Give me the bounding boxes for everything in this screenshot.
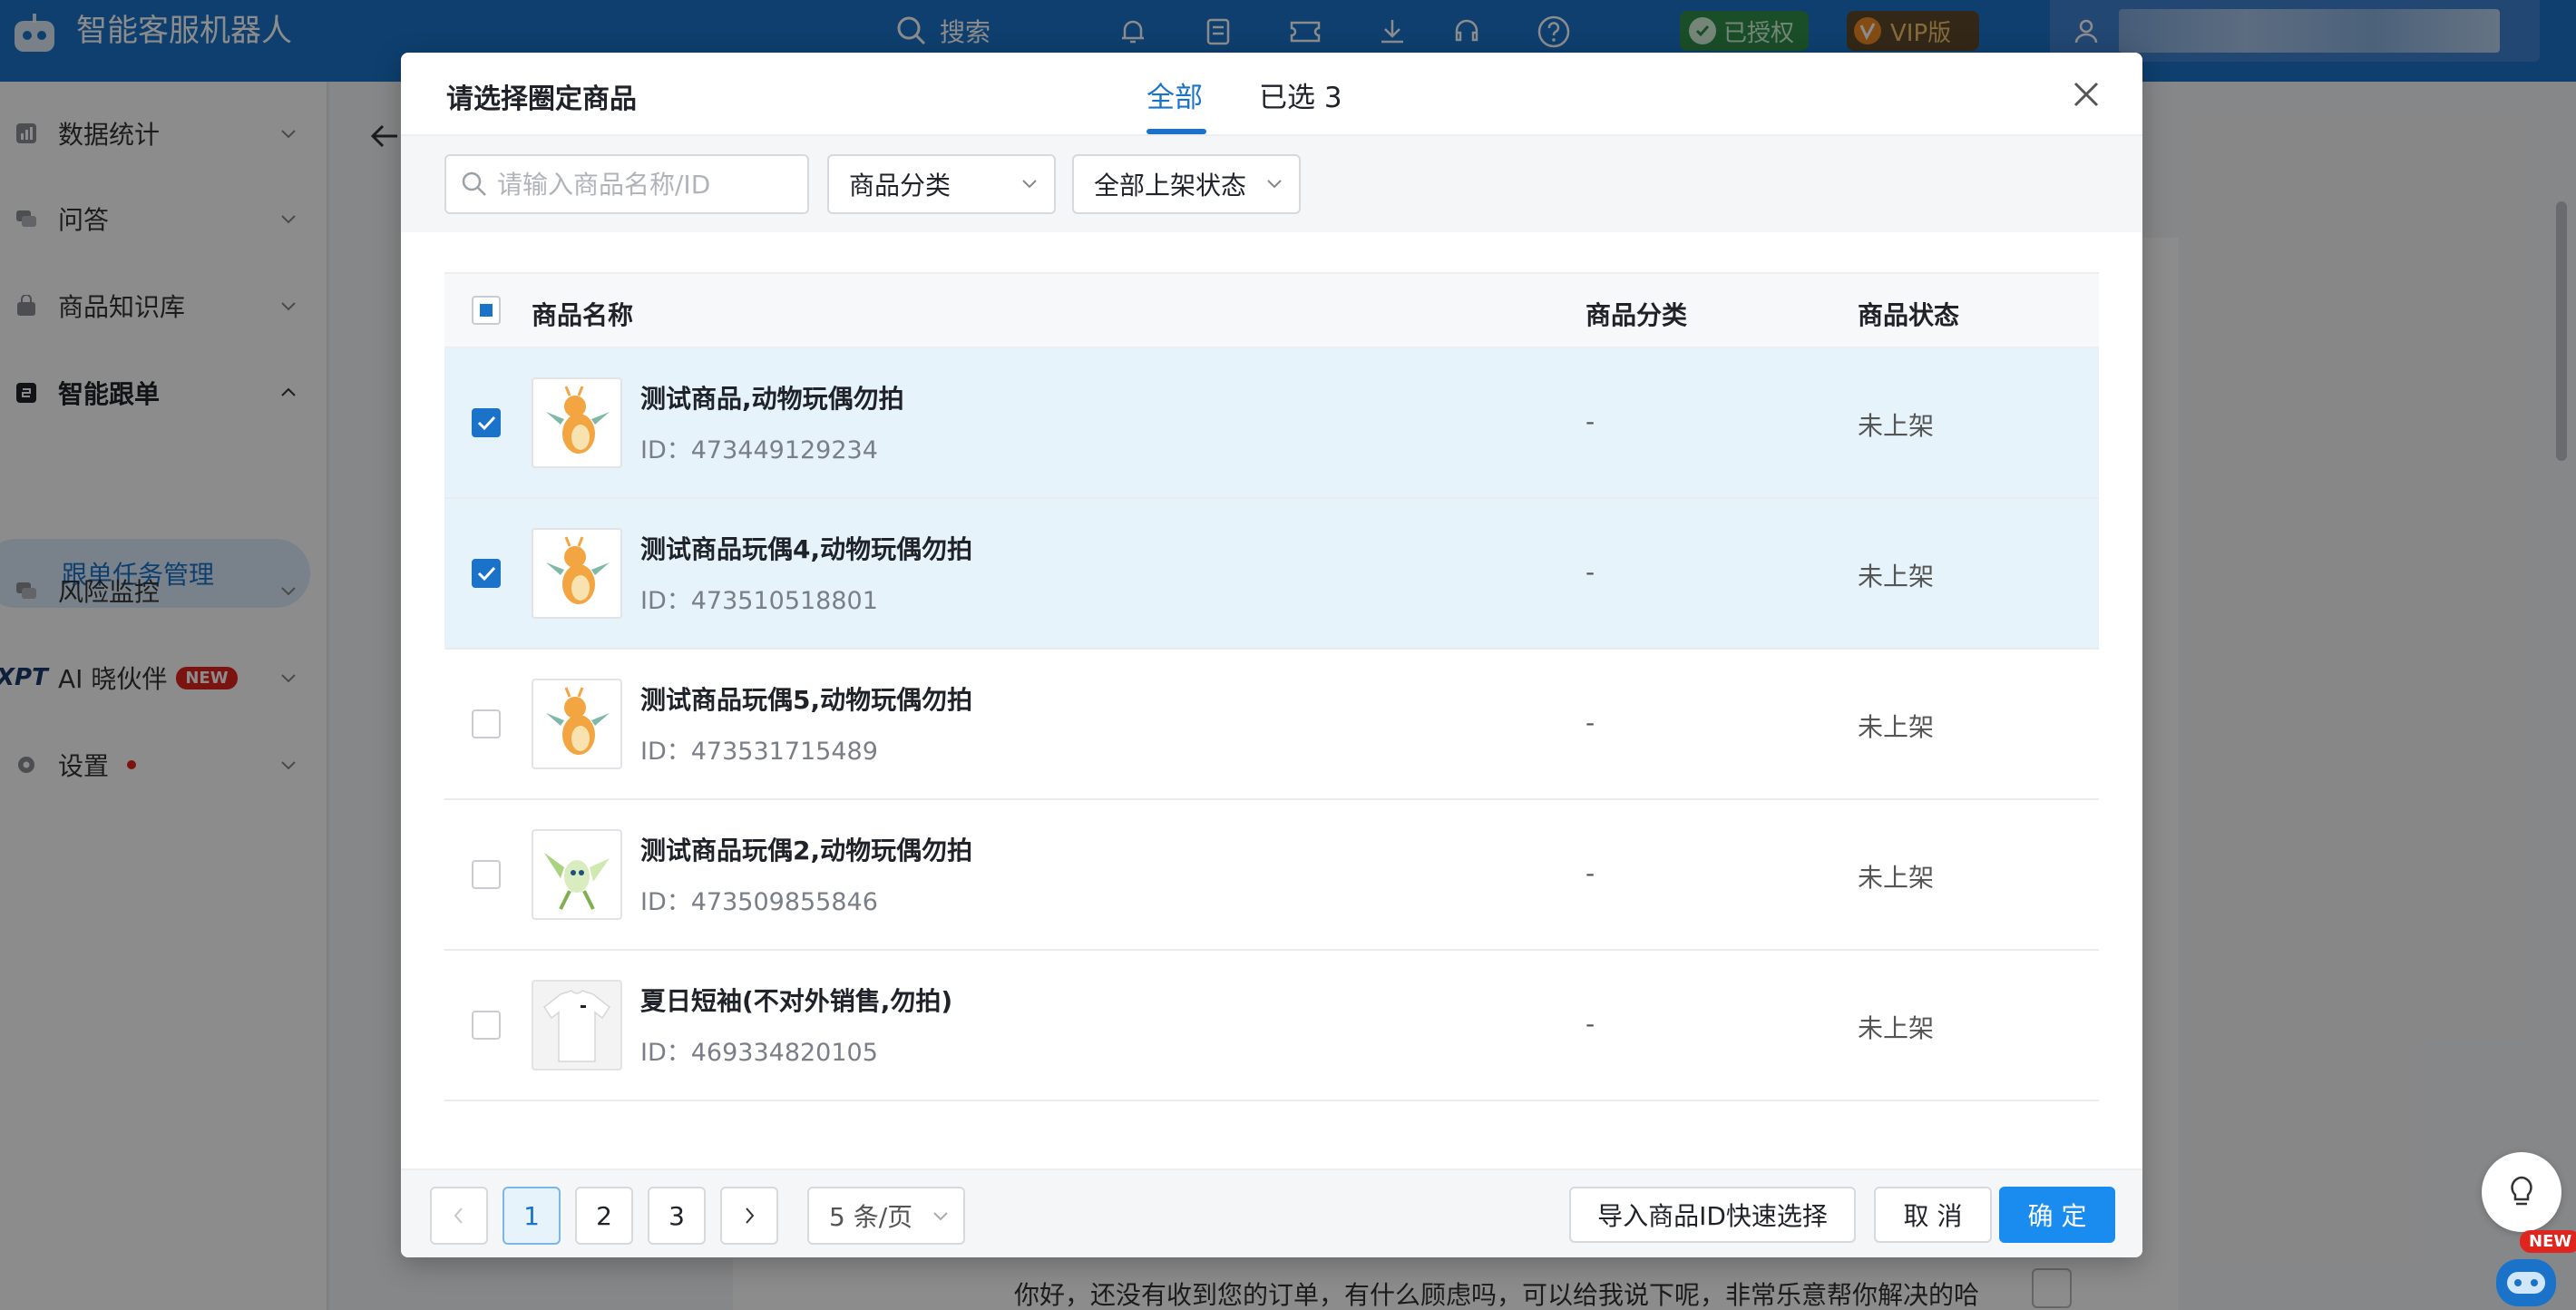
tshirt-image xyxy=(542,990,611,1062)
chevron-down-icon xyxy=(1267,180,1282,189)
tab-selected[interactable]: 已选 3 xyxy=(1259,74,1342,115)
product-status: 未上架 xyxy=(1858,712,1935,742)
row-checkbox[interactable] xyxy=(472,408,501,437)
modal-title: 请选择圈定商品 xyxy=(446,83,637,115)
table-header: 商品名称 商品分类 商品状态 xyxy=(444,272,2099,348)
product-name: 测试商品玩偶5,动物玩偶勿拍 xyxy=(640,685,973,715)
table-row[interactable]: 测试商品,动物玩偶勿拍 ID：473449129234 - 未上架 xyxy=(444,348,2099,499)
product-name: 测试商品,动物玩偶勿拍 xyxy=(640,384,904,414)
modal-header: 请选择圈定商品 全部 已选 3 xyxy=(401,53,2142,136)
product-thumbnail xyxy=(532,377,622,468)
dragon-toy-image xyxy=(546,536,610,604)
table-row[interactable]: 测试商品玩偶4,动物玩偶勿拍 ID：473510518801 - 未上架 xyxy=(444,499,2099,650)
product-id: ID：469334820105 xyxy=(640,1039,878,1067)
chevron-left-icon xyxy=(454,1207,463,1224)
table-row[interactable]: 测试商品玩偶2,动物玩偶勿拍 ID：473509855846 - 未上架 xyxy=(444,800,2099,951)
product-name: 测试商品玩偶4,动物玩偶勿拍 xyxy=(640,534,973,564)
cancel-button[interactable]: 取 消 xyxy=(1874,1187,1992,1243)
dragon-toy-image xyxy=(546,386,610,454)
fairy-toy-image xyxy=(544,853,610,910)
product-thumbnail xyxy=(532,980,622,1070)
tab-all[interactable]: 全部 xyxy=(1147,74,1203,115)
row-checkbox[interactable] xyxy=(472,559,501,588)
confirm-button[interactable]: 确 定 xyxy=(1999,1187,2115,1243)
chatbot-icon[interactable] xyxy=(2491,1243,2563,1310)
product-category: - xyxy=(1586,708,1595,738)
tab-active-indicator xyxy=(1147,129,1206,134)
product-name: 测试商品玩偶2,动物玩偶勿拍 xyxy=(640,836,973,865)
close-icon[interactable] xyxy=(2070,78,2103,111)
modal-footer: 1 2 3 5 条/页 导入商品ID快速选择 取 消 确 定 xyxy=(401,1168,2142,1257)
page-size-value: 5 条/页 xyxy=(829,1202,913,1232)
page-button-2[interactable]: 2 xyxy=(575,1187,633,1245)
chevron-right-icon xyxy=(746,1207,755,1224)
page-size-select[interactable]: 5 条/页 xyxy=(807,1187,965,1245)
product-status: 未上架 xyxy=(1858,863,1935,893)
page-button-1[interactable]: 1 xyxy=(503,1187,561,1245)
product-thumbnail xyxy=(532,679,622,769)
category-select-value: 商品分类 xyxy=(849,171,951,200)
select-all-checkbox[interactable] xyxy=(472,296,501,325)
row-checkbox[interactable] xyxy=(472,709,501,738)
product-name: 夏日短袖(不对外销售,勿拍) xyxy=(640,986,953,1016)
category-select[interactable]: 商品分类 xyxy=(827,154,1056,214)
import-ids-button[interactable]: 导入商品ID快速选择 xyxy=(1569,1187,1856,1243)
product-category: - xyxy=(1586,858,1595,888)
dragon-toy-image xyxy=(546,687,610,755)
product-id: ID：473531715489 xyxy=(640,738,878,766)
header-product-name: 商品名称 xyxy=(532,300,634,330)
product-status: 未上架 xyxy=(1858,1013,1935,1043)
header-category: 商品分类 xyxy=(1586,300,1688,330)
chevron-down-icon xyxy=(1022,180,1037,189)
new-badge: NEW xyxy=(2520,1230,2576,1253)
product-id: ID：473510518801 xyxy=(640,587,878,615)
next-page-button[interactable] xyxy=(720,1187,778,1245)
row-checkbox[interactable] xyxy=(472,860,501,889)
product-thumbnail xyxy=(532,528,622,619)
product-select-modal: 请选择圈定商品 全部 已选 3 商品分类 全部上架状态 商品名称 商品分类 商品… xyxy=(401,53,2142,1257)
page-button-3[interactable]: 3 xyxy=(648,1187,706,1245)
product-status: 未上架 xyxy=(1858,562,1935,591)
status-select-value: 全部上架状态 xyxy=(1094,171,1247,200)
product-id: ID：473449129234 xyxy=(640,436,878,464)
status-select[interactable]: 全部上架状态 xyxy=(1072,154,1301,214)
product-id: ID：473509855846 xyxy=(640,888,878,916)
table-row[interactable]: 测试商品玩偶5,动物玩偶勿拍 ID：473531715489 - 未上架 xyxy=(444,650,2099,800)
product-category: - xyxy=(1586,557,1595,587)
row-checkbox[interactable] xyxy=(472,1011,501,1040)
product-thumbnail xyxy=(532,829,622,920)
search-input[interactable] xyxy=(497,169,805,200)
product-category: - xyxy=(1586,406,1595,436)
product-category: - xyxy=(1586,1009,1595,1039)
product-status: 未上架 xyxy=(1858,411,1935,441)
lightbulb-icon[interactable] xyxy=(2482,1152,2561,1232)
search-icon xyxy=(462,171,486,196)
chevron-down-icon xyxy=(933,1212,948,1221)
table-row[interactable]: 夏日短袖(不对外销售,勿拍) ID：469334820105 - 未上架 xyxy=(444,951,2099,1101)
filter-bar: 商品分类 全部上架状态 xyxy=(401,136,2142,232)
prev-page-button[interactable] xyxy=(430,1187,488,1245)
product-search[interactable] xyxy=(444,154,809,214)
header-status: 商品状态 xyxy=(1858,300,1960,330)
